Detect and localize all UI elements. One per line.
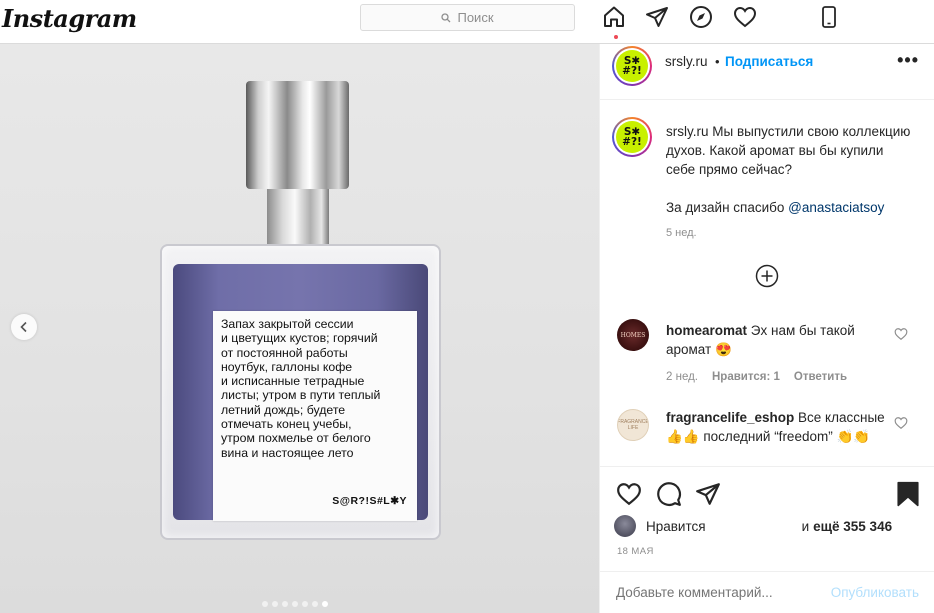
caption-mention[interactable]: @anastaciatsoy xyxy=(788,200,884,215)
caption-time[interactable]: 5 нед. xyxy=(666,227,697,239)
perfume-bottle: Запах закрытой сессии и цветущих кустов;… xyxy=(160,244,441,540)
load-more-comments-button[interactable] xyxy=(755,264,779,288)
avatar-logo: S✱ #?! xyxy=(616,50,648,82)
nav-icons xyxy=(602,5,843,39)
publish-button[interactable]: Опубликовать xyxy=(831,585,919,600)
instagram-logo[interactable]: Instagram xyxy=(2,4,137,33)
caption-username[interactable]: srsly.ru xyxy=(666,124,709,139)
home-icon[interactable] xyxy=(602,5,628,39)
bottle-cap xyxy=(246,81,349,189)
slide-dot xyxy=(282,601,288,607)
comment-text: homearomat Эх нам бы такой аромат 😍 xyxy=(666,321,896,359)
post-date[interactable]: 18 МАЯ xyxy=(617,546,654,557)
prev-slide-button[interactable] xyxy=(11,314,37,340)
likes-count[interactable]: ещё 355 346 xyxy=(813,519,892,534)
comment-avatar[interactable]: HOMES xyxy=(617,319,649,351)
search-icon xyxy=(441,12,451,22)
comment-time[interactable]: 2 нед. xyxy=(666,371,698,383)
share-button[interactable] xyxy=(695,481,721,507)
slide-dot xyxy=(302,601,308,607)
add-comment-bar: Опубликовать xyxy=(600,571,934,613)
bookmark-icon xyxy=(897,481,919,507)
post-photo[interactable]: Запах закрытой сессии и цветущих кустов;… xyxy=(0,44,599,613)
slide-dot-active xyxy=(322,601,328,607)
plus-circle-icon xyxy=(755,264,779,288)
chevron-left-icon xyxy=(20,321,27,333)
direct-icon[interactable] xyxy=(645,5,671,31)
home-active-dot xyxy=(614,35,618,39)
caption-credit: За дизайн спасибо xyxy=(666,200,789,215)
author-username[interactable]: srsly.ru xyxy=(665,54,708,69)
label-text: Запах закрытой сессии и цветущих кустов;… xyxy=(221,317,381,460)
comment-likes[interactable]: Нравится: 1 xyxy=(712,371,780,383)
bottle-label: Запах закрытой сессии и цветущих кустов;… xyxy=(213,311,417,521)
comment-avatar[interactable]: FRAGRANCE LIFE xyxy=(617,409,649,441)
label-brand: S@R?!S#L✱Y xyxy=(332,495,407,507)
separator-dot: • xyxy=(715,54,720,69)
comment-text: fragrancelife_eshop Все классные 👍👍 посл… xyxy=(666,408,896,446)
comment-username[interactable]: fragrancelife_eshop xyxy=(666,410,794,425)
likes-prefix: Нравится xyxy=(646,518,706,534)
like-button[interactable] xyxy=(616,481,642,507)
comments-section[interactable]: S✱ #?! srsly.ru Мы выпустили свою коллек… xyxy=(600,101,934,466)
comment-meta: 2 нед. Нравится: 1 Ответить xyxy=(666,371,847,383)
comment-like-icon[interactable] xyxy=(894,327,908,341)
direct-icon xyxy=(696,483,720,505)
comment-like-icon[interactable] xyxy=(894,416,908,430)
search-box[interactable]: Поиск xyxy=(360,4,575,31)
post-actions xyxy=(600,466,934,518)
avatar-logo: S✱ #?! xyxy=(616,121,648,153)
post-sidebar: S✱ #?! srsly.ru • Подписаться ••• S✱ #?!… xyxy=(599,44,934,613)
save-button[interactable] xyxy=(895,481,921,507)
caption-avatar[interactable]: S✱ #?! xyxy=(612,117,652,157)
bottle-neck xyxy=(267,189,329,251)
phone-icon[interactable] xyxy=(817,5,843,31)
author-avatar[interactable]: S✱ #?! xyxy=(612,46,652,86)
slide-dot xyxy=(312,601,318,607)
slide-dot xyxy=(272,601,278,607)
slide-indicator xyxy=(262,601,328,607)
slide-dot xyxy=(262,601,268,607)
comment-username[interactable]: homearomat xyxy=(666,323,747,338)
top-navbar: Instagram Поиск xyxy=(0,0,934,44)
comment-icon xyxy=(657,482,681,506)
post-header: S✱ #?! srsly.ru • Подписаться ••• xyxy=(600,44,934,100)
search-placeholder: Поиск xyxy=(457,10,494,25)
bottle-liquid: Запах закрытой сессии и цветущих кустов;… xyxy=(173,264,428,521)
liker-avatar[interactable] xyxy=(614,515,636,537)
likes-conj: и xyxy=(801,518,810,534)
reply-button[interactable]: Ответить xyxy=(794,371,847,383)
explore-icon[interactable] xyxy=(689,5,715,31)
more-options-icon[interactable]: ••• xyxy=(897,50,919,71)
heart-icon xyxy=(617,483,641,506)
likes-summary[interactable]: Нравится и ещё 355 346 xyxy=(614,515,892,537)
comment-input[interactable] xyxy=(616,585,806,600)
post-caption: srsly.ru Мы выпустили свою коллекцию дух… xyxy=(666,122,911,217)
activity-icon[interactable] xyxy=(733,5,759,31)
follow-button[interactable]: Подписаться xyxy=(725,54,813,69)
comment-button[interactable] xyxy=(656,481,682,507)
slide-dot xyxy=(292,601,298,607)
